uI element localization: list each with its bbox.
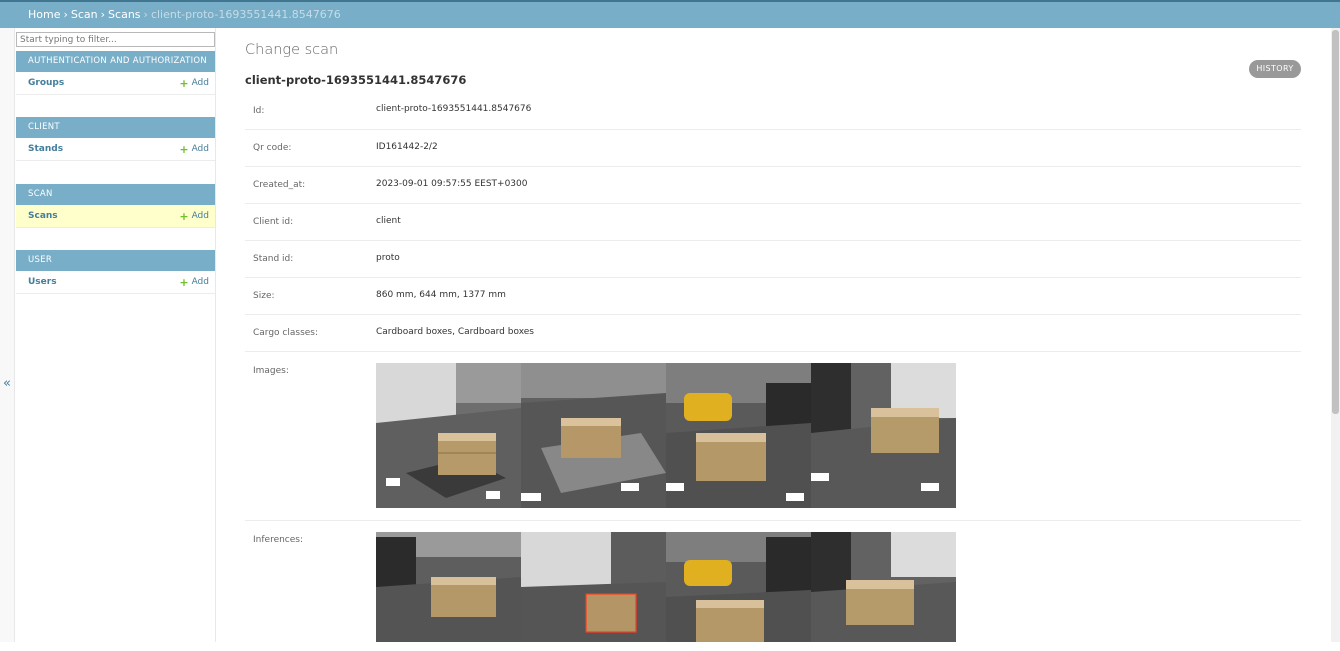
inference-image[interactable] [811, 532, 956, 642]
inference-image[interactable] [666, 532, 811, 642]
field-label: Cargo classes: [253, 328, 319, 338]
field-cargo-classes: Cargo classes: Cardboard boxes, Cardboar… [245, 315, 1301, 352]
field-value: ID161442-2/2 [376, 142, 438, 152]
sidebar-item-label[interactable]: Groups [28, 78, 64, 88]
field-label: Images: [253, 366, 289, 376]
breadcrumb-scans-link[interactable]: Scans [108, 8, 140, 21]
sidebar-item-label[interactable]: Users [28, 277, 57, 287]
module-user: User Users + Add [16, 250, 215, 294]
breadcrumb-separator: › [100, 8, 106, 21]
module-header: User [16, 250, 215, 271]
sidebar: Authentication and Authorization Groups … [15, 28, 216, 642]
add-label: Add [191, 211, 209, 221]
module-authentication: Authentication and Authorization Groups … [16, 51, 215, 95]
page-title: Change scan [245, 42, 339, 58]
module-header: Client [16, 117, 215, 138]
inference-image[interactable] [521, 532, 666, 642]
field-client-id: Client id: client [245, 204, 1301, 241]
plus-icon: + [179, 209, 189, 223]
sidebar-item-users: Users + Add [16, 271, 215, 294]
add-group-button[interactable]: + Add [179, 77, 209, 90]
add-label: Add [191, 144, 209, 154]
collapse-sidebar-icon[interactable]: « [3, 376, 11, 391]
sidebar-item-scans: Scans + Add [16, 205, 215, 228]
field-value: proto [376, 253, 400, 263]
sidebar-item-groups: Groups + Add [16, 72, 215, 95]
inference-image[interactable] [376, 532, 521, 642]
sidebar-item-label[interactable]: Scans [28, 211, 58, 221]
add-label: Add [191, 78, 209, 88]
field-label: Qr code: [253, 143, 292, 153]
sidebar-item-label[interactable]: Stands [28, 144, 63, 154]
field-value: client-proto-1693551441.8547676 [376, 104, 532, 114]
scan-image[interactable] [811, 363, 956, 508]
scan-image[interactable] [521, 363, 666, 508]
field-stand-id: Stand id: proto [245, 241, 1301, 278]
scrollbar-thumb[interactable] [1332, 30, 1339, 414]
module-header: Authentication and Authorization [16, 51, 215, 72]
plus-icon: + [179, 76, 189, 90]
field-created-at: Created_at: 2023-09-01 09:57:55 EEST+030… [245, 167, 1301, 204]
scan-image[interactable] [376, 363, 521, 508]
field-label: Id: [253, 106, 265, 116]
sidebar-item-stands: Stands + Add [16, 138, 215, 161]
sidebar-toggle-strip[interactable] [0, 28, 15, 642]
inferences-gallery [376, 532, 956, 642]
field-value: 2023-09-01 09:57:55 EEST+0300 [376, 179, 528, 189]
page-scrollbar[interactable] [1331, 28, 1340, 642]
object-title: client-proto-1693551441.8547676 [245, 73, 467, 87]
breadcrumb-scan-link[interactable]: Scan [71, 8, 98, 21]
field-label: Size: [253, 291, 275, 301]
field-inferences: Inferences: [245, 521, 1301, 651]
breadcrumb: Home › Scan › Scans › client-proto-1693551441.… [0, 2, 1340, 28]
module-header: Scan [16, 184, 215, 205]
plus-icon: + [179, 275, 189, 289]
field-value: client [376, 216, 401, 226]
history-button[interactable]: History [1249, 60, 1301, 78]
field-value: Cardboard boxes, Cardboard boxes [376, 327, 534, 337]
add-stand-button[interactable]: + Add [179, 143, 209, 156]
breadcrumb-separator: › [63, 8, 68, 21]
add-user-button[interactable]: + Add [179, 276, 209, 289]
field-size: Size: 860 mm, 644 mm, 1377 mm [245, 278, 1301, 315]
add-label: Add [191, 277, 209, 287]
field-images: Images: [245, 352, 1301, 521]
breadcrumb-home-link[interactable]: Home [28, 8, 60, 21]
breadcrumb-separator: › [143, 8, 148, 21]
module-client: Client Stands + Add [16, 117, 215, 161]
field-label: Inferences: [253, 535, 304, 545]
plus-icon: + [179, 142, 189, 156]
field-label: Created_at: [253, 180, 306, 190]
field-qr-code: Qr code: ID161442-2/2 [245, 130, 1301, 167]
scan-image[interactable] [666, 363, 811, 508]
field-label: Stand id: [253, 254, 294, 264]
field-id: Id: client-proto-1693551441.8547676 [245, 93, 1301, 130]
images-gallery [376, 363, 956, 508]
field-label: Client id: [253, 217, 294, 227]
field-value: 860 mm, 644 mm, 1377 mm [376, 290, 506, 300]
breadcrumb-current: client-proto-1693551441.8547676 [150, 8, 341, 21]
module-scan: Scan Scans + Add [16, 184, 215, 228]
sidebar-filter-input[interactable] [16, 32, 215, 47]
add-scan-button[interactable]: + Add [179, 210, 209, 223]
